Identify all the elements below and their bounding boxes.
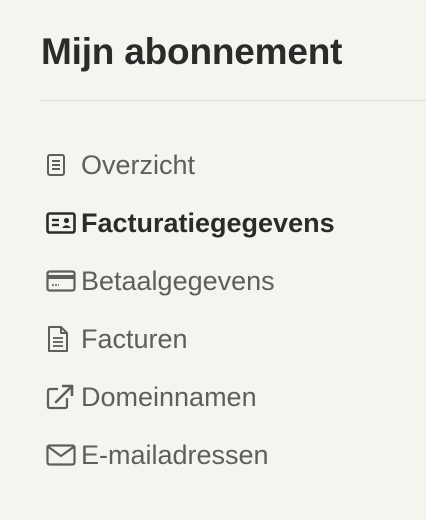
credit-card-icon [41, 252, 81, 310]
nav-item-e-mailadressen[interactable]: E-mailadressen [41, 426, 335, 484]
nav-item-facturen[interactable]: Facturen [41, 310, 335, 368]
nav-label-betaalgegevens: Betaalgegevens [81, 266, 275, 296]
nav-label-facturen: Facturen [81, 324, 188, 354]
external-link-icon [41, 368, 81, 426]
subscription-nav: Overzicht Facturatiegegevens Betaalgegev… [41, 136, 335, 484]
nav-item-overzicht[interactable]: Overzicht [41, 136, 335, 194]
envelope-icon [41, 426, 81, 484]
document-list-icon [41, 136, 81, 194]
nav-item-betaalgegevens[interactable]: Betaalgegevens [41, 252, 335, 310]
file-text-icon [41, 310, 81, 368]
nav-label-domeinnamen: Domeinnamen [81, 382, 257, 412]
divider [41, 100, 426, 101]
nav-label-overzicht: Overzicht [81, 150, 196, 180]
page-title: Mijn abonnement [41, 31, 343, 72]
nav-label-facturatiegegevens: Facturatiegegevens [81, 208, 335, 238]
nav-item-facturatiegegevens[interactable]: Facturatiegegevens [41, 194, 335, 252]
nav-item-domeinnamen[interactable]: Domeinnamen [41, 368, 335, 426]
nav-label-e-mailadressen: E-mailadressen [81, 440, 269, 470]
id-card-icon [41, 194, 81, 252]
